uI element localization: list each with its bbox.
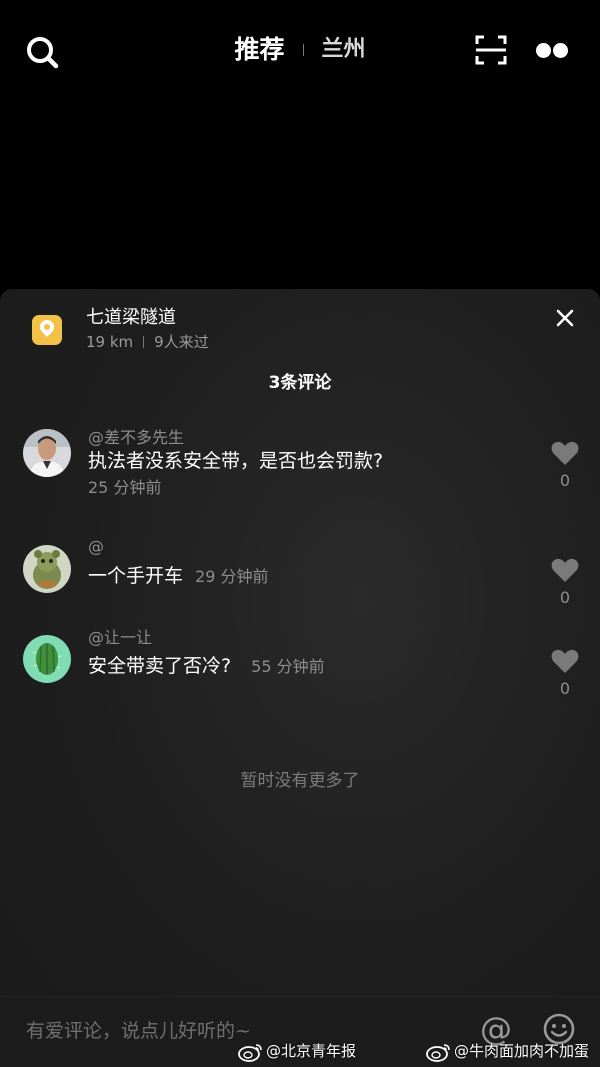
watermark-beijing-youth: @北京青年报 xyxy=(238,1040,356,1062)
feed-tabs: 推荐 兰州 xyxy=(0,30,600,70)
tab-divider xyxy=(302,44,304,56)
avatar[interactable] xyxy=(23,635,71,683)
comment-text-body: 一个手开车 xyxy=(88,565,184,587)
comment-time: 25 分钟前 xyxy=(88,478,162,497)
like-button[interactable]: 0 xyxy=(550,649,580,700)
avatar[interactable] xyxy=(23,429,71,477)
comment-time: 55 分钟前 xyxy=(251,657,325,676)
heart-icon xyxy=(551,649,579,673)
comment-item: @差不多先生 执法者没系安全带，是否也会罚款? 25 分钟前 0 xyxy=(0,427,600,517)
meta-divider xyxy=(143,336,145,348)
comment-username[interactable]: @差不多先生 xyxy=(88,427,184,449)
location-distance: 19 km xyxy=(86,333,134,351)
location-visitors: 9人来过 xyxy=(154,333,209,351)
screen: 推荐 兰州 七道梁隧道 19 km 9人来过 3条评论 @差不多先生 执法者没系… xyxy=(0,0,600,1067)
scan-icon[interactable] xyxy=(474,34,508,66)
watermark-beef-noodle: @牛肉面加肉不加蛋 xyxy=(426,1040,589,1062)
pin-hole xyxy=(44,324,50,330)
comment-panel: 七道梁隧道 19 km 9人来过 3条评论 @差不多先生 执法者没系安全带，是否… xyxy=(0,289,600,1067)
heart-icon xyxy=(551,441,579,465)
heart-icon xyxy=(551,558,579,582)
comment-item: @ 一个手开车 29 分钟前 0 xyxy=(0,537,600,624)
watermark-text: @北京青年报 xyxy=(266,1042,357,1060)
weibo-logo-icon xyxy=(426,1043,450,1062)
comment-count: 3条评论 xyxy=(268,373,332,393)
comment-text: 安全带卖了否冷? 55 分钟前 xyxy=(88,652,325,681)
comment-item: @让一让 安全带卖了否冷? 55 分钟前 0 xyxy=(0,628,600,715)
dot-left xyxy=(536,43,551,58)
comment-text: 执法者没系安全带，是否也会罚款? xyxy=(88,450,384,472)
tab-city[interactable]: 兰州 xyxy=(322,30,366,70)
comment-time: 29 分钟前 xyxy=(195,567,269,586)
like-count: 0 xyxy=(559,679,571,698)
top-bar: 推荐 兰州 xyxy=(0,0,600,100)
watermark-text: @牛肉面加肉不加蛋 xyxy=(454,1042,590,1060)
comment-input[interactable] xyxy=(26,1013,446,1049)
weibo-logo-icon xyxy=(238,1043,262,1062)
like-count: 0 xyxy=(559,588,571,607)
like-button[interactable]: 0 xyxy=(550,558,580,609)
dot-right xyxy=(553,43,568,58)
location-meta: 19 km 9人来过 xyxy=(86,331,209,353)
comment-username[interactable]: @ xyxy=(88,536,104,558)
like-button[interactable]: 0 xyxy=(550,441,580,492)
comment-username[interactable]: @让一让 xyxy=(88,627,152,649)
location-name[interactable]: 七道梁隧道 xyxy=(86,305,176,331)
location-pin-icon xyxy=(32,315,62,345)
close-icon[interactable] xyxy=(554,307,576,329)
no-more-comments: 暂时没有更多了 xyxy=(240,771,360,791)
more-dots-icon[interactable] xyxy=(534,40,570,60)
comment-text-body: 安全带卖了否冷? xyxy=(88,655,232,677)
tab-recommend[interactable]: 推荐 xyxy=(234,30,284,70)
comment-text: 一个手开车 29 分钟前 xyxy=(88,562,269,591)
like-count: 0 xyxy=(559,471,571,490)
avatar[interactable] xyxy=(23,545,71,593)
